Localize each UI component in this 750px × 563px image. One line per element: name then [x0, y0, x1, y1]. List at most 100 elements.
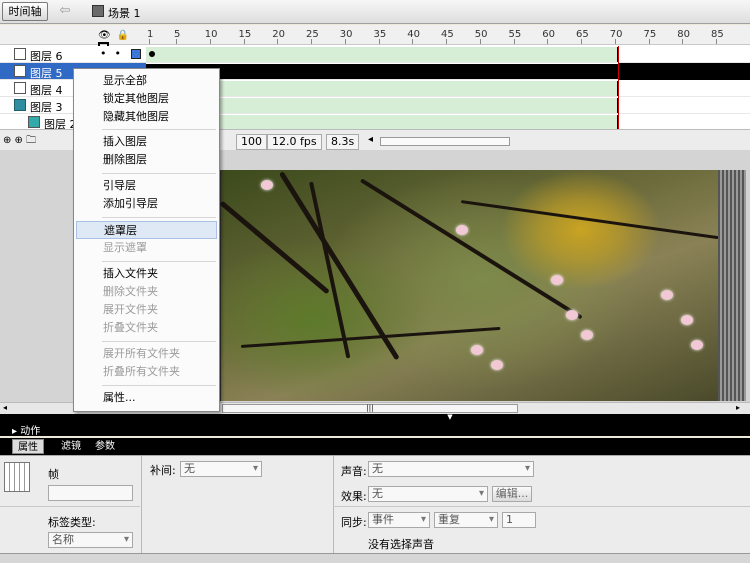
menu-item-lock-others[interactable]: 锁定其他图层 [76, 90, 217, 108]
effect-select[interactable]: 无 [368, 486, 488, 502]
ruler-number: 30 [339, 29, 353, 40]
layer-icon [14, 82, 26, 94]
tab-parameters[interactable]: 参数 [90, 439, 120, 454]
layer-tool-icons[interactable]: ⊕ ⊕ 🗀 [3, 133, 36, 150]
ruler-number: 60 [542, 29, 555, 40]
scene-icon [92, 5, 104, 17]
ruler-tick [446, 39, 447, 44]
menu-item-expand-folder[interactable]: 展开文件夹 [76, 301, 217, 319]
ruler-number: 40 [407, 29, 420, 40]
frame-ruler[interactable]: 1 5 10 15 20 25 30 35 40 45 50 55 60 65 70 75 80 85 [146, 25, 750, 45]
ruler-tick [378, 39, 380, 44]
ruler-tick [311, 39, 312, 44]
blossom-photo[interactable] [219, 170, 719, 401]
ruler-tick [243, 39, 245, 44]
scroll-left-icon[interactable]: ◂ [368, 134, 373, 145]
ruler-tick [716, 39, 717, 44]
frame-row-selected[interactable] [146, 63, 750, 80]
ruler-tick [479, 39, 481, 44]
frame-name-input[interactable] [48, 485, 133, 501]
timeline-header: 👁 🔒 1 5 10 15 20 25 30 35 40 45 50 55 60 65 70 75 80 85 [0, 25, 750, 53]
ruler-tick [176, 39, 177, 44]
menu-item-guide-layer[interactable]: 引导层 [76, 177, 217, 195]
repeat-count-input[interactable]: 1 [502, 512, 536, 528]
menu-item-collapse-folder[interactable]: 折叠文件夹 [76, 319, 217, 337]
frame-grid[interactable] [146, 46, 750, 131]
ruler-number: 25 [306, 29, 319, 40]
collapse-arrow-icon[interactable]: ▼ [444, 414, 456, 421]
lock-icon[interactable]: 🔒 [117, 30, 129, 42]
timeline-scrollbar[interactable] [380, 137, 510, 146]
ruler-number: 5 [174, 29, 181, 40]
ruler-tick [648, 39, 650, 44]
menu-item-collapse-all-folders[interactable]: 折叠所有文件夹 [76, 363, 217, 381]
tween-select[interactable]: 无 [180, 461, 262, 477]
edit-button[interactable]: 编辑... [492, 486, 532, 502]
playhead[interactable] [618, 46, 619, 131]
sound-label: 声音: [341, 465, 367, 478]
menu-item-add-motion-guide[interactable]: 添加引导层 [76, 195, 217, 213]
repeat-select[interactable]: 重复 [434, 512, 498, 528]
ruler-tick [344, 39, 346, 44]
menu-item-properties[interactable]: 属性... [76, 389, 217, 407]
scroll-right-icon[interactable]: ▸ [736, 403, 740, 412]
scroll-thumb[interactable]: ||| [222, 404, 518, 413]
back-arrow-icon[interactable]: ⇦ [57, 3, 73, 19]
eye-icon[interactable]: 👁 [98, 30, 111, 42]
panel-splitter[interactable]: ▼ [0, 414, 750, 421]
tab-properties[interactable]: 属性 [12, 439, 44, 454]
frame-row[interactable] [146, 80, 750, 97]
sync-label: 同步: [341, 516, 367, 529]
ruler-number: 75 [643, 29, 657, 40]
ruler-tick [581, 39, 582, 44]
layer-name: 图层 3 [30, 101, 63, 114]
timeline-toggle-button[interactable]: 时间轴 [2, 2, 48, 21]
effect-label: 效果: [341, 490, 367, 503]
scroll-left-icon[interactable]: ◂ [3, 403, 7, 412]
label-type-label: 标签类型: [48, 516, 96, 529]
properties-tabs: 属性 滤镜 参数 [0, 438, 750, 455]
zoom-readout: 100 [236, 134, 267, 150]
ruler-number: 50 [474, 29, 488, 40]
ruler-number: 15 [238, 29, 252, 40]
menu-item-insert-layer[interactable]: 插入图层 [76, 133, 217, 151]
ruler-number: 80 [677, 29, 690, 40]
ruler-number: 35 [373, 29, 387, 40]
ruler-number: 10 [204, 29, 218, 40]
tab-filters[interactable]: 滤镜 [56, 439, 86, 454]
layer-icon [14, 65, 26, 77]
layer-context-menu: 显示全部 锁定其他图层 隐藏其他图层 插入图层 删除图层 引导层 添加引导层 遮… [73, 68, 220, 412]
menu-item-expand-all-folders[interactable]: 展开所有文件夹 [76, 345, 217, 363]
taskbar [0, 553, 750, 563]
menu-item-delete-layer[interactable]: 删除图层 [76, 151, 217, 169]
tween-label: 补间: [150, 464, 176, 477]
label-type-select[interactable]: 名称 [48, 532, 133, 548]
sound-select[interactable]: 无 [368, 461, 534, 477]
scene-label: 场景 1 [108, 7, 141, 20]
scene-toolbar: 时间轴 ⇦ 场景 1 [0, 0, 750, 24]
ruler-tick [614, 39, 616, 44]
menu-item-mask-layer[interactable]: 遮罩层 [76, 221, 217, 239]
ruler-tick [513, 39, 515, 44]
layer-row[interactable]: 图层 6 •• [0, 46, 146, 63]
ruler-tick [277, 39, 279, 44]
layer-color-swatch[interactable] [131, 49, 141, 59]
frame-row[interactable] [146, 46, 750, 63]
mask-layer-icon [14, 99, 26, 111]
frame-label: 帧 [48, 468, 59, 481]
ruler-tick [682, 39, 684, 44]
ruler-tick [412, 39, 414, 44]
sync-select[interactable]: 事件 [368, 512, 430, 528]
frame-row[interactable] [146, 97, 750, 114]
layer-visibility-dots[interactable]: •• [100, 47, 129, 60]
menu-item-delete-folder[interactable]: 删除文件夹 [76, 283, 217, 301]
no-sound-text: 没有选择声音 [368, 538, 434, 551]
menu-item-insert-folder[interactable]: 插入文件夹 [76, 265, 217, 283]
layer-icon [14, 48, 26, 60]
menu-item-show-all[interactable]: 显示全部 [76, 72, 217, 90]
ruler-tick [209, 39, 211, 44]
menu-item-show-mask[interactable]: 显示遮罩 [76, 239, 217, 257]
actions-label: ▸ 动作 [12, 426, 41, 437]
actions-panel-header[interactable]: ▸ 动作 [0, 421, 750, 437]
menu-item-hide-others[interactable]: 隐藏其他图层 [76, 108, 217, 126]
